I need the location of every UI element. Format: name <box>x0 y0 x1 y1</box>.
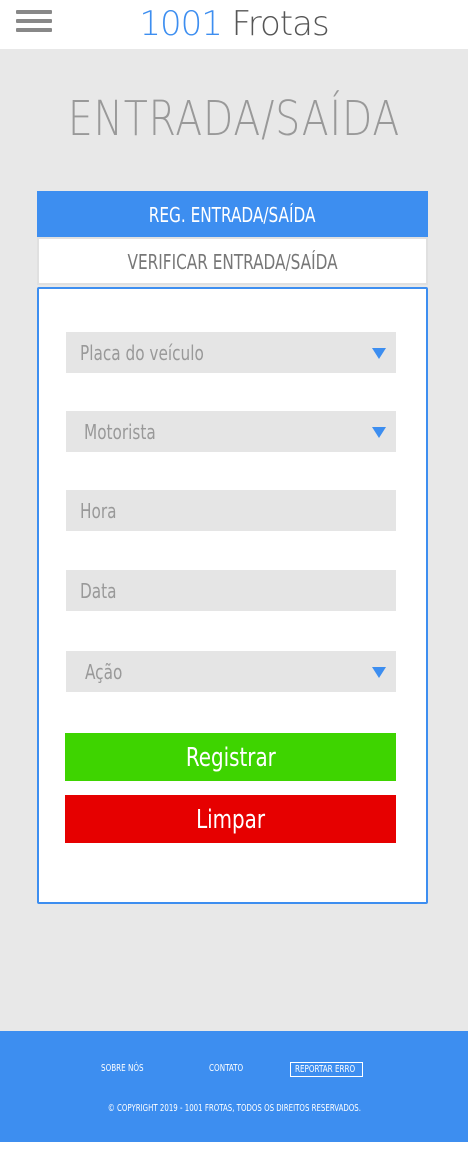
driver-select[interactable]: Motorista <box>66 411 396 452</box>
footer-report-label: REPORTAR ERRO <box>295 1064 356 1075</box>
main-content: ENTRADA/SAÍDA REG. ENTRADA/SAÍDA VERIFIC… <box>0 49 468 1031</box>
logo[interactable]: 1001 Frotas <box>0 4 468 44</box>
date-input-placeholder: Data <box>80 579 117 603</box>
tab-verify-label: VERIFICAR ENTRADA/SAÍDA <box>127 250 338 274</box>
tab-register[interactable]: REG. ENTRADA/SAÍDA <box>37 191 428 237</box>
clear-button-label: Limpar <box>196 805 265 835</box>
action-select[interactable]: Ação <box>66 651 396 692</box>
caret-down-icon <box>372 667 386 678</box>
caret-down-icon <box>372 427 386 438</box>
footer-about-link[interactable]: SOBRE NÓS <box>101 1063 154 1074</box>
footer-contact-link[interactable]: CONTATO <box>209 1063 252 1074</box>
date-input[interactable]: Data <box>66 570 396 611</box>
register-button[interactable]: Registrar <box>65 733 396 781</box>
plate-select-label: Placa do veículo <box>80 341 204 365</box>
action-select-label: Ação <box>85 660 123 684</box>
footer-copyright: © COPYRIGHT 2019 - 1001 FROTAS, TODOS OS… <box>0 1103 468 1114</box>
entry-form: Placa do veículo Motorista Hora Data Açã… <box>37 287 428 904</box>
logo-number: 1001 <box>139 4 223 44</box>
logo-name: Frotas <box>231 4 330 44</box>
footer-contact-label: CONTATO <box>209 1063 244 1074</box>
clear-button[interactable]: Limpar <box>65 795 396 843</box>
footer-report-error-button[interactable]: REPORTAR ERRO <box>290 1062 363 1077</box>
plate-select[interactable]: Placa do veículo <box>66 332 396 373</box>
footer: SOBRE NÓS CONTATO REPORTAR ERRO © COPYRI… <box>0 1031 468 1142</box>
register-button-label: Registrar <box>185 743 276 773</box>
page-title: ENTRADA/SAÍDA <box>67 91 401 147</box>
caret-down-icon <box>372 348 386 359</box>
time-input-placeholder: Hora <box>80 499 117 523</box>
driver-select-label: Motorista <box>84 420 156 444</box>
footer-about-label: SOBRE NÓS <box>101 1063 144 1074</box>
tab-verify[interactable]: VERIFICAR ENTRADA/SAÍDA <box>37 237 428 285</box>
header: 1001 Frotas <box>0 0 468 49</box>
footer-copyright-text: © COPYRIGHT 2019 - 1001 FROTAS, TODOS OS… <box>107 1103 361 1114</box>
page-bottom-margin <box>0 1142 468 1153</box>
tab-register-label: REG. ENTRADA/SAÍDA <box>149 203 316 227</box>
time-input[interactable]: Hora <box>66 490 396 531</box>
